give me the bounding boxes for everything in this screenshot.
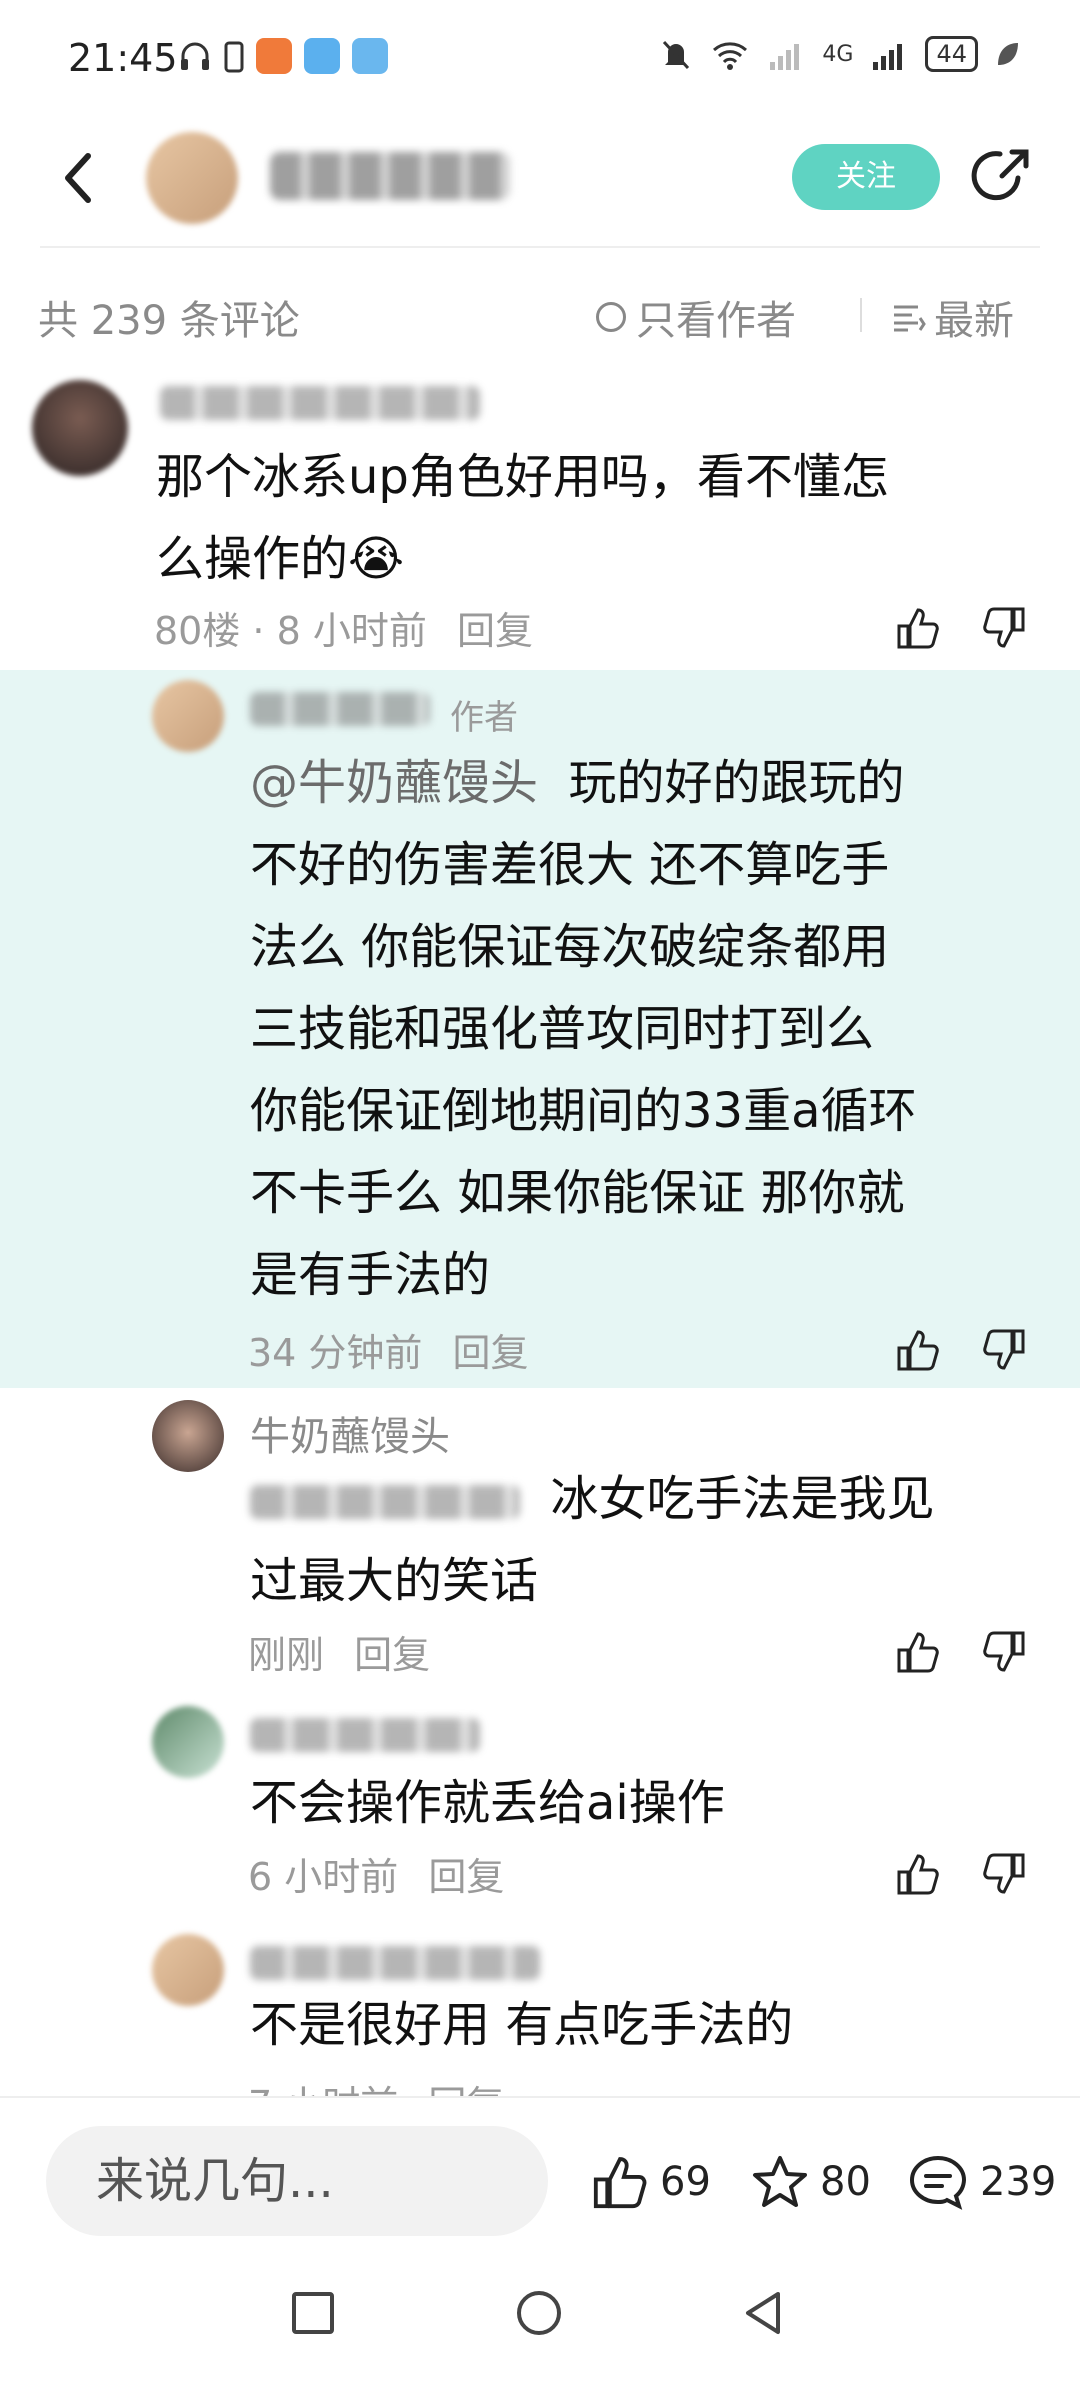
sort-label: 最新 <box>934 298 1014 344</box>
status-time: 21:45 <box>68 36 178 80</box>
mention-link[interactable]: @牛奶蘸馒头 <box>250 755 538 811</box>
like-icon[interactable] <box>896 1630 940 1674</box>
replier-avatar[interactable] <box>152 1706 224 1778</box>
reply-text: 不是很好用 有点吃手法的 <box>250 1997 794 2053</box>
replier-name-blurred[interactable] <box>250 1946 540 1980</box>
reply-text: 冰女吃手法是我见 过最大的笑话 <box>250 1471 935 1609</box>
dislike-icon[interactable] <box>982 1852 1026 1896</box>
mention-blurred[interactable] <box>250 1485 520 1519</box>
replier-name[interactable]: 牛奶蘸馒头 <box>250 1404 450 1462</box>
like-icon[interactable] <box>896 606 940 650</box>
author-avatar[interactable] <box>146 132 238 224</box>
favorite-count: 80 <box>820 2159 871 2205</box>
reply-text: 不会操作就丢给ai操作 <box>250 1775 725 1831</box>
only-author-toggle[interactable]: 只看作者 <box>596 288 796 346</box>
replier-avatar[interactable] <box>152 1400 224 1472</box>
meta-separator <box>860 298 862 332</box>
nav-back-icon[interactable] <box>740 2288 786 2338</box>
comment-input[interactable]: 来说几句... <box>46 2126 548 2236</box>
header-divider <box>40 246 1040 248</box>
like-counter[interactable]: 69 <box>590 2154 711 2210</box>
dislike-icon[interactable] <box>982 1630 1026 1674</box>
comment-meta: 80楼 · 8 小时前 回复 <box>154 609 533 653</box>
sort-toggle[interactable]: 最新 <box>892 288 1014 346</box>
status-right-icons: 4G 44 <box>658 36 1020 72</box>
reply-text: @牛奶蘸馒头 玩的好的跟玩的 不好的伤害差很大 还不算吃手 法么 你能保证每次破… <box>250 755 917 1303</box>
star-icon <box>753 2156 807 2207</box>
like-icon[interactable] <box>896 1328 940 1372</box>
like-icon[interactable] <box>896 1852 940 1896</box>
dislike-icon[interactable] <box>982 606 1026 650</box>
signal-icon-1 <box>770 44 800 70</box>
reply-meta: 7 小时前 回复 <box>248 2074 504 2096</box>
app-notification-icon-1 <box>256 38 292 74</box>
recent-apps-icon[interactable] <box>290 2290 336 2336</box>
mute-icon <box>663 40 690 70</box>
like-icon <box>593 2157 647 2209</box>
follow-button[interactable]: 关注 <box>792 144 940 210</box>
favorite-counter[interactable]: 80 <box>750 2154 871 2210</box>
commenter-name-blurred[interactable] <box>160 386 480 420</box>
app-notification-icon-2 <box>304 38 340 74</box>
network-type: 4G <box>822 41 854 67</box>
home-icon[interactable] <box>514 2288 564 2338</box>
reply-meta: 6 小时前 回复 <box>248 1855 505 1899</box>
comment-counter[interactable]: 239 <box>906 2154 1056 2210</box>
author-tag: 作者 <box>450 698 518 738</box>
signal-icon-2 <box>873 44 903 70</box>
reply-button[interactable]: 回复 <box>428 1855 504 1899</box>
like-count: 69 <box>660 2159 711 2205</box>
author-name-blurred[interactable] <box>270 152 510 200</box>
comment-count-bottom: 239 <box>980 2159 1057 2205</box>
commenter-avatar[interactable] <box>32 380 128 476</box>
replier-avatar[interactable] <box>152 680 224 752</box>
wifi-icon <box>713 42 748 70</box>
status-bar: 21:45 4G 44 <box>0 0 1080 120</box>
share-icon[interactable] <box>968 144 1034 210</box>
reply-meta: 34 分钟前 回复 <box>248 1331 529 1375</box>
app-notification-icon-3 <box>352 38 388 74</box>
clipped-reply-meta-wrapper: 7 小时前 回复 <box>0 2060 1080 2096</box>
bottom-bar-divider <box>0 2096 1080 2098</box>
leaf-icon <box>998 43 1018 65</box>
comment-text: 那个冰系up角色好用吗，看不懂怎 么操作的😭 <box>156 449 889 587</box>
reply-button[interactable]: 回复 <box>354 1633 430 1677</box>
replier-avatar[interactable] <box>152 1934 224 2006</box>
reply-button[interactable]: 回复 <box>428 2083 504 2096</box>
reply-meta: 刚刚 回复 <box>248 1633 431 1677</box>
dislike-icon[interactable] <box>982 1328 1026 1372</box>
replier-name-blurred[interactable] <box>250 1718 480 1752</box>
reply-button[interactable]: 回复 <box>457 609 533 653</box>
status-app-icons <box>178 38 388 74</box>
sort-icon <box>894 305 926 332</box>
only-author-label: 只看作者 <box>636 298 796 344</box>
replier-name-blurred[interactable] <box>250 692 430 726</box>
phone-battery-icon <box>224 41 244 73</box>
comment-bubble-icon <box>910 2155 967 2210</box>
radio-icon <box>596 302 626 332</box>
system-nav-bar <box>0 2260 1080 2382</box>
back-icon[interactable] <box>58 148 98 208</box>
comment-count: 共 239 条评论 <box>38 298 300 344</box>
headphones-icon <box>181 42 209 70</box>
reply-button[interactable]: 回复 <box>453 1331 529 1375</box>
battery-indicator: 44 <box>925 36 978 72</box>
